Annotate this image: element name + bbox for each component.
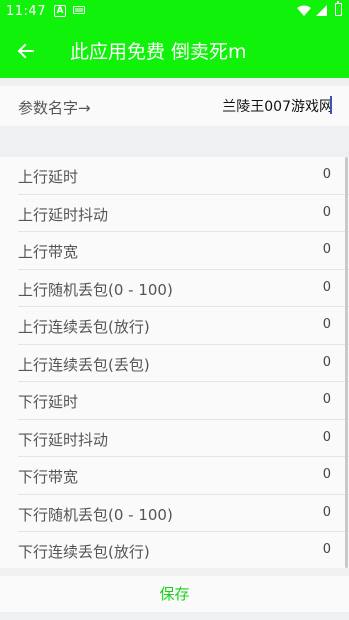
- list-item[interactable]: 下行延时 0: [0, 382, 349, 420]
- setting-label: 上行连续丢包(丢包): [18, 355, 150, 374]
- setting-value[interactable]: 0: [323, 317, 331, 332]
- list-item[interactable]: 下行延时抖动 0: [0, 420, 349, 457]
- divider: [18, 193, 349, 195]
- divider: [18, 418, 349, 420]
- setting-value[interactable]: 0: [323, 392, 331, 407]
- param-name-label: 参数名字→: [18, 99, 91, 117]
- status-time: 11:47: [6, 4, 46, 19]
- setting-label: 上行随机丢包(0 - 100): [18, 280, 173, 299]
- scrollbar[interactable]: [345, 157, 348, 568]
- divider: [18, 493, 349, 495]
- setting-label: 下行连续丢包(放行): [18, 543, 150, 561]
- setting-value[interactable]: 0: [323, 467, 331, 482]
- list-item[interactable]: 上行延时 0: [0, 157, 349, 195]
- divider: [18, 306, 349, 307]
- app-title: 此应用免费 倒卖死m: [70, 41, 247, 63]
- list-item[interactable]: 上行带宽 0: [0, 232, 349, 270]
- app-bar: 此应用免费 倒卖死m: [0, 24, 349, 78]
- battery-icon: [335, 1, 342, 16]
- top-bar: 11:47 A 此应用免费 倒卖死m: [0, 0, 349, 78]
- param-name-row: 参数名字→: [0, 86, 349, 126]
- wifi-icon: [297, 5, 311, 20]
- setting-value[interactable]: 0: [323, 242, 331, 257]
- list-item[interactable]: 上行连续丢包(丢包) 0: [0, 345, 349, 382]
- setting-value[interactable]: 0: [323, 355, 331, 370]
- setting-value[interactable]: 0: [323, 167, 331, 182]
- list-item[interactable]: 下行随机丢包(0 - 100) 0: [0, 495, 349, 532]
- setting-label: 上行带宽: [18, 243, 79, 261]
- list-item[interactable]: 上行连续丢包(放行) 0: [0, 307, 349, 345]
- divider: [18, 343, 349, 345]
- setting-label: 下行延时: [18, 393, 79, 411]
- divider: [18, 381, 349, 382]
- setting-label: 下行随机丢包(0 - 100): [18, 505, 173, 524]
- divider: [18, 456, 349, 457]
- divider: [18, 531, 349, 532]
- notification-b-icon: [73, 6, 85, 18]
- status-bar: 11:47 A: [0, 0, 349, 24]
- arrow-left-icon: [17, 43, 34, 59]
- setting-value[interactable]: 0: [323, 505, 331, 520]
- setting-label: 下行带宽: [18, 468, 79, 486]
- cell-signal-icon: [316, 5, 327, 20]
- setting-label: 上行延时: [18, 168, 79, 186]
- setting-label: 上行延时抖动: [18, 205, 109, 224]
- list-item[interactable]: 下行带宽 0: [0, 457, 349, 495]
- list-item[interactable]: 下行连续丢包(放行) 0: [0, 532, 349, 568]
- setting-label: 下行延时抖动: [18, 430, 109, 449]
- param-name-input[interactable]: [183, 96, 333, 116]
- setting-value[interactable]: 0: [323, 280, 331, 295]
- list-item[interactable]: 上行延时抖动 0: [0, 195, 349, 232]
- divider: [18, 231, 349, 232]
- divider: [18, 268, 349, 270]
- setting-label: 上行连续丢包(放行): [18, 318, 150, 336]
- back-button[interactable]: [10, 35, 42, 67]
- list-item[interactable]: 上行随机丢包(0 - 100) 0: [0, 270, 349, 307]
- text-cursor: [330, 96, 332, 114]
- setting-value[interactable]: 0: [323, 205, 331, 220]
- setting-value[interactable]: 0: [323, 430, 331, 445]
- save-button[interactable]: 保存: [0, 576, 349, 612]
- setting-value[interactable]: 0: [323, 542, 331, 557]
- notification-a-icon: A: [54, 5, 66, 17]
- settings-list[interactable]: 下行连续丢包(放行) 0 下行随机丢包(0 - 100) 0 下行带宽 0 下行延时抖动 0 下…: [0, 157, 349, 568]
